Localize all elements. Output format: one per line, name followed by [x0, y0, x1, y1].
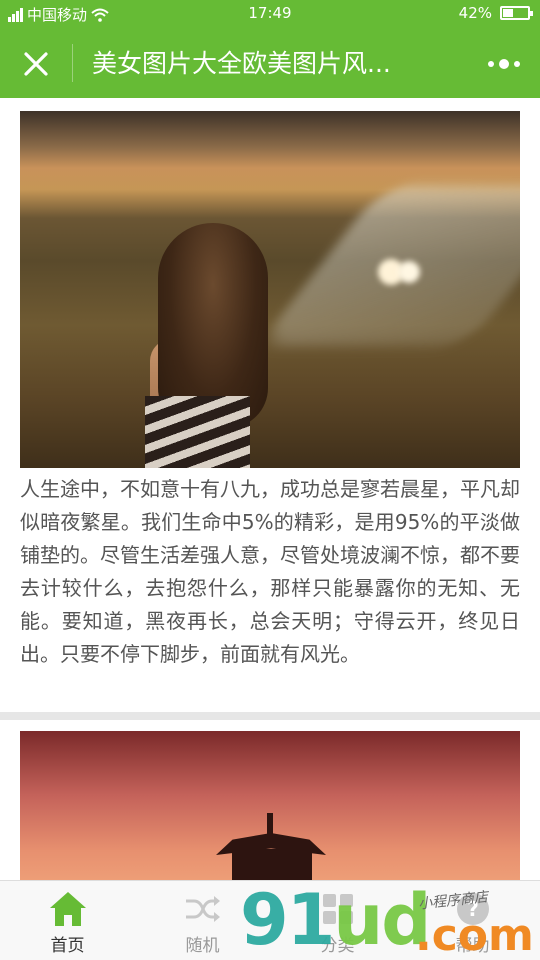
battery-level: [503, 9, 513, 17]
post-text-1: 人生途中，不如意十有八九，成功总是寥若晨星，平凡却似暗夜繁星。我们生命中5%的精…: [20, 477, 520, 666]
top-header: 中国移动 17:49 42% 美女图片大全欧美图片风...: [0, 0, 540, 98]
tab-label: 首页: [50, 936, 85, 956]
battery-percent: 42%: [458, 4, 492, 22]
more-dot-right: [514, 61, 520, 67]
content-scroll[interactable]: 人生途中，不如意十有八九，成功总是寥若晨星，平凡却似暗夜繁星。我们生命中5%的精…: [0, 98, 540, 880]
post-image-2[interactable]: [20, 731, 520, 880]
post-image-1[interactable]: [20, 111, 520, 468]
battery-icon: [500, 6, 533, 20]
tab-random[interactable]: 随机: [135, 881, 270, 960]
more-button[interactable]: [488, 52, 520, 76]
shuffle-icon: [185, 896, 220, 922]
nav-bar: 美女图片大全欧美图片风...: [0, 28, 540, 98]
post-separator: [0, 712, 540, 720]
tab-help[interactable]: ? 帮助: [405, 881, 540, 960]
image-light: [398, 261, 420, 283]
help-icon: ?: [456, 893, 489, 925]
nav-divider: [72, 44, 73, 82]
more-dot-center: [499, 59, 509, 69]
tab-category[interactable]: 分类: [270, 881, 405, 960]
home-icon: [49, 892, 86, 926]
status-right: 42%: [458, 4, 533, 22]
tab-label: 分类: [320, 936, 355, 956]
grid-icon: [322, 894, 353, 924]
more-dots-icon: [488, 61, 494, 67]
tab-home[interactable]: 首页: [0, 881, 135, 960]
tab-bar: 首页 随机 分类 ? 帮助: [0, 880, 540, 960]
image-figure-dress: [145, 396, 250, 468]
svg-text:?: ?: [467, 897, 479, 921]
status-bar: 中国移动 17:49 42%: [0, 0, 540, 28]
tab-label: 随机: [185, 936, 220, 956]
close-icon: [24, 52, 48, 76]
image-pagoda-body: [232, 849, 312, 880]
page-title: 美女图片大全欧美图片风...: [92, 49, 391, 78]
close-button[interactable]: [18, 46, 54, 82]
tab-label: 帮助: [455, 936, 490, 956]
